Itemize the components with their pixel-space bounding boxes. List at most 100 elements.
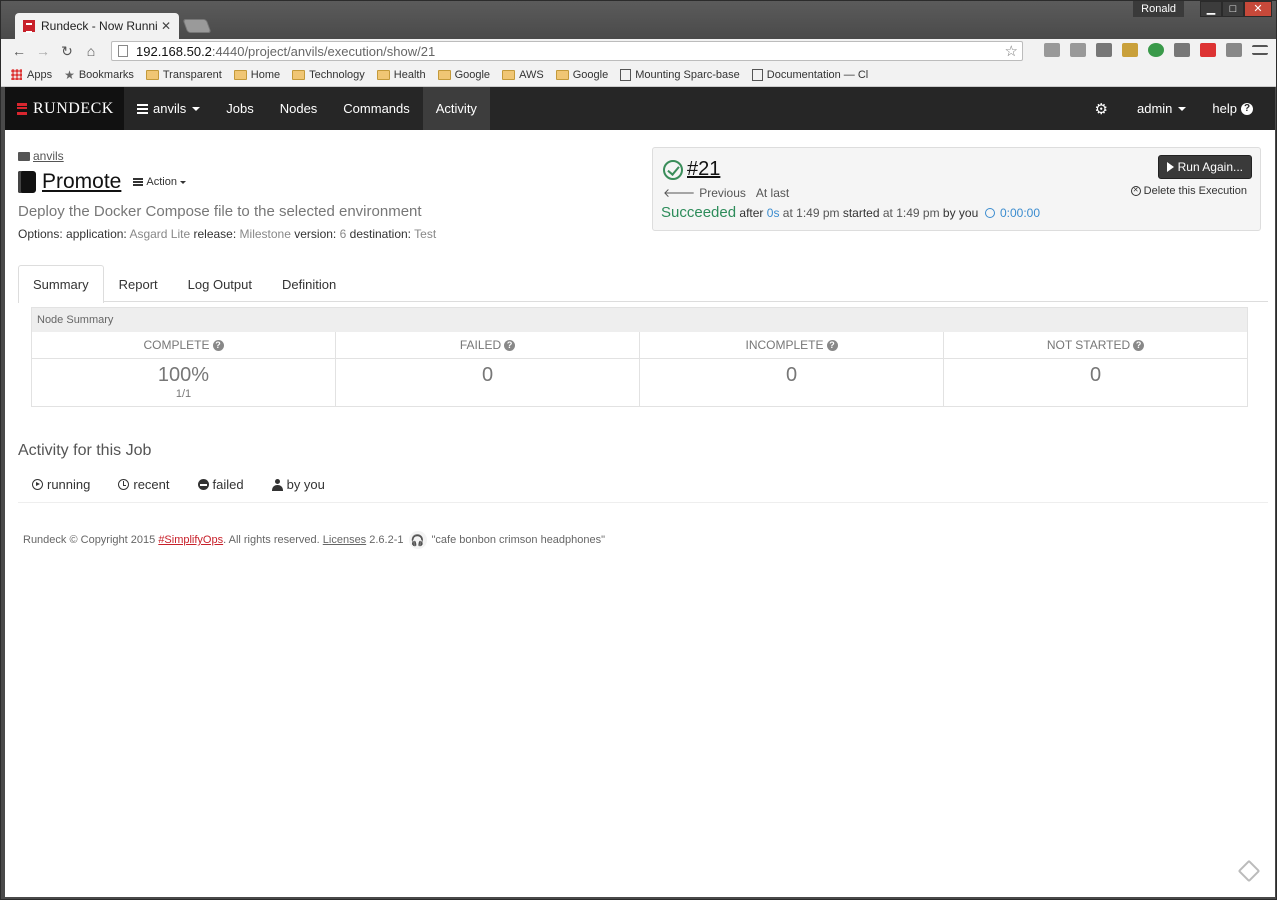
bookmark-folder[interactable]: Health: [376, 69, 426, 81]
question-circle-icon[interactable]: ?: [826, 339, 838, 351]
bookmark-page[interactable]: Documentation — Cl: [751, 68, 868, 81]
folder-icon: [18, 151, 30, 161]
list-icon: [133, 178, 144, 186]
tab-report[interactable]: Report: [104, 265, 173, 302]
rundeck-logo-icon: [17, 102, 27, 115]
tag-icon[interactable]: [1237, 859, 1261, 883]
option-key: version:: [294, 227, 337, 241]
filter-running[interactable]: running: [18, 477, 104, 492]
extension-icon[interactable]: [1044, 43, 1060, 57]
question-circle-icon[interactable]: ?: [504, 339, 516, 351]
bookmark-folder[interactable]: Transparent: [145, 69, 222, 81]
tab-summary[interactable]: Summary: [18, 265, 104, 303]
job-name-link[interactable]: Promote: [42, 170, 121, 194]
help-link[interactable]: help ?: [1199, 87, 1275, 130]
nav-commands[interactable]: Commands: [330, 87, 422, 130]
browser-tab[interactable]: Rundeck - Now Running - ✕: [15, 13, 179, 39]
rundeck-logo[interactable]: RUNDECK: [5, 87, 124, 130]
caret-down-icon: [179, 180, 186, 184]
bookmark-folder[interactable]: AWS: [502, 69, 544, 81]
footer: Rundeck © Copyright 2015 #SimplifyOps. A…: [23, 531, 605, 549]
run-again-button[interactable]: Run Again...: [1157, 155, 1252, 179]
option-value: 6: [339, 227, 347, 241]
question-circle-icon[interactable]: ?: [212, 339, 224, 351]
filter-by-you[interactable]: by you: [258, 477, 339, 492]
nav-activity[interactable]: Activity: [422, 87, 490, 130]
execution-id: #21: [663, 158, 720, 181]
bookmark-folder[interactable]: Home: [233, 69, 280, 81]
summary-label: NOT STARTED: [1046, 338, 1131, 352]
project-menu[interactable]: anvils: [124, 87, 213, 130]
summary-header: FAILED?: [336, 332, 639, 359]
gear-icon[interactable]: ⚙: [1079, 100, 1124, 118]
question-circle-icon[interactable]: ?: [1133, 339, 1145, 351]
notification-icon[interactable]: [1096, 43, 1112, 57]
address-bar[interactable]: 192.168.50.2:4440/project/anvils/executi…: [111, 41, 1023, 61]
bookmark-folder[interactable]: Google: [437, 69, 490, 81]
apps-grid-icon: [11, 69, 22, 80]
nav-jobs[interactable]: Jobs: [213, 87, 266, 130]
summary-label: COMPLETE: [143, 338, 210, 352]
action-dropdown[interactable]: Action: [133, 176, 186, 188]
breadcrumb: anvils: [18, 149, 64, 163]
job-description: Deploy the Docker Compose file to the se…: [18, 203, 422, 220]
filter-failed[interactable]: failed: [184, 477, 258, 492]
minimize-button[interactable]: ▁: [1200, 1, 1222, 17]
home-icon[interactable]: ⌂: [79, 43, 103, 59]
close-window-button[interactable]: ✕: [1244, 1, 1272, 17]
doc-icon: [751, 68, 763, 81]
simplifyops-link[interactable]: #SimplifyOps: [158, 534, 223, 546]
delete-execution-link[interactable]: ✕ Delete this Execution: [1130, 185, 1247, 197]
brand-name: RUNDECK: [33, 99, 114, 117]
execution-number-link[interactable]: #21: [687, 158, 720, 181]
option-value: Asgard Lite: [129, 227, 191, 241]
user-menu[interactable]: admin: [1124, 87, 1199, 130]
book-icon: [18, 171, 36, 193]
check-circle-icon: [663, 159, 683, 180]
page-content: RUNDECK anvils Jobs Nodes Commands Activ…: [5, 87, 1275, 897]
folder-icon: [233, 69, 247, 80]
bookmark-apps[interactable]: Apps: [11, 69, 52, 81]
bookmark-label: Apps: [27, 68, 53, 81]
duration-value: 0s: [766, 206, 780, 220]
summary-complete: COMPLETE? 100% 1/1: [32, 332, 336, 407]
bookmark-page[interactable]: Mounting Sparc-base: [620, 68, 740, 81]
new-tab-button[interactable]: [182, 19, 212, 33]
options-label: Options:: [18, 227, 63, 241]
user-name: admin: [1137, 101, 1173, 116]
bookmark-folder[interactable]: Google: [555, 69, 608, 81]
summary-label: FAILED: [459, 338, 502, 352]
after-label: after: [739, 206, 764, 220]
tab-log-output[interactable]: Log Output: [173, 265, 267, 302]
summary-failed: FAILED? 0: [336, 332, 640, 407]
activity-title: Activity for this Job: [18, 442, 152, 459]
version: 2.6.2-1: [369, 534, 404, 546]
tab-definition[interactable]: Definition: [267, 265, 351, 302]
bookmark-star-icon[interactable]: ☆: [1005, 42, 1018, 60]
filter-recent[interactable]: recent: [104, 477, 183, 492]
forward-arrow-icon[interactable]: →: [31, 43, 55, 59]
maximize-button[interactable]: □: [1222, 1, 1244, 17]
copyright: Rundeck © Copyright 2015: [23, 534, 156, 546]
menu-icon[interactable]: [1252, 45, 1268, 55]
previous-link[interactable]: Previous: [699, 186, 746, 200]
back-arrow-icon[interactable]: ←: [7, 43, 31, 59]
run-again-label: Run Again...: [1177, 160, 1243, 174]
extension-icon[interactable]: [1226, 43, 1242, 57]
licenses-link[interactable]: Licenses: [323, 534, 366, 546]
extension-icon[interactable]: [1200, 43, 1216, 57]
tab-close-icon[interactable]: ✕: [161, 19, 171, 33]
reload-icon[interactable]: ↻: [55, 43, 79, 60]
folder-icon: [555, 69, 569, 80]
extension-icon[interactable]: [1122, 43, 1138, 57]
folder-icon: [502, 69, 516, 80]
extension-icon[interactable]: [1148, 43, 1164, 57]
breadcrumb-project-link[interactable]: anvils: [33, 149, 64, 163]
extension-icon[interactable]: [1174, 43, 1190, 57]
cast-icon[interactable]: [1070, 43, 1086, 57]
bookmark-bookmarks[interactable]: ★ Bookmarks: [64, 68, 134, 82]
profile-name[interactable]: Ronald: [1133, 1, 1184, 17]
nav-nodes[interactable]: Nodes: [267, 87, 331, 130]
summary-header: NOT STARTED?: [944, 332, 1247, 359]
bookmark-folder[interactable]: Technology: [292, 69, 365, 81]
